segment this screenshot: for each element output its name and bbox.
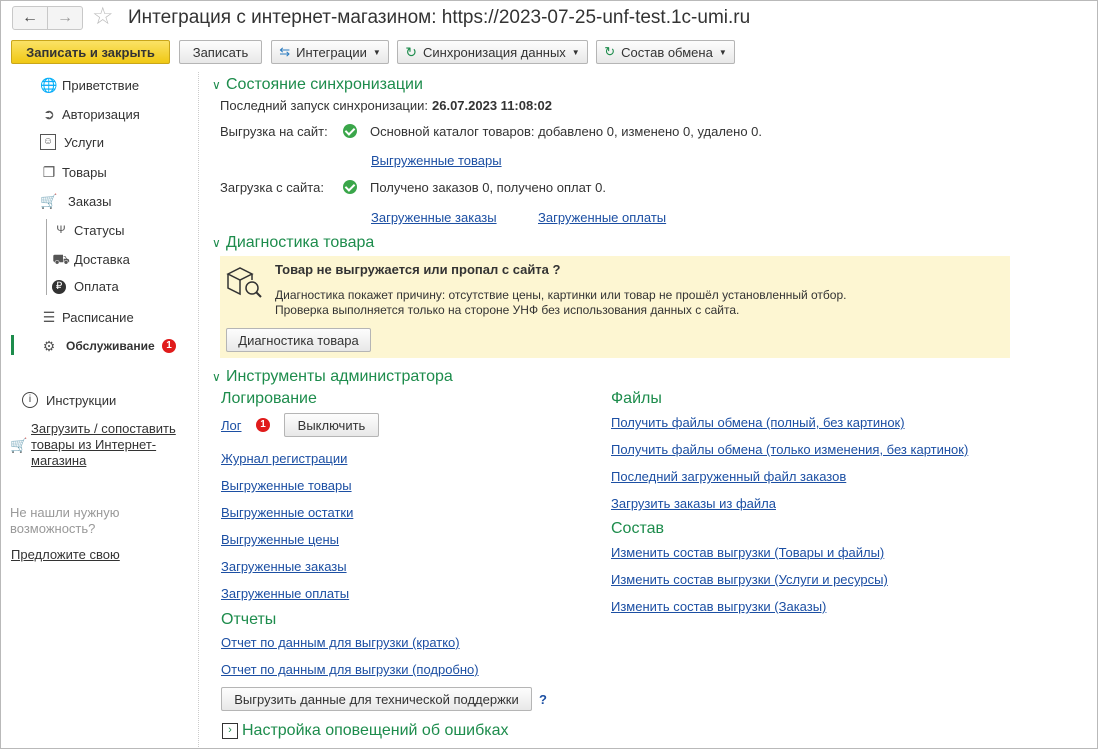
integrations-icon: ⇆ <box>279 44 291 59</box>
sync-section-header[interactable]: ∨ Состояние синхронизации <box>212 76 423 94</box>
sidebar-item-services[interactable]: ☺ Услуги <box>40 134 104 150</box>
login-icon: ➲ <box>43 106 55 122</box>
help-icon[interactable]: ? <box>539 692 547 707</box>
notifications-section-header[interactable]: › Настройка оповещений об ошибках <box>222 722 509 740</box>
admin-link-loaded-payments[interactable]: Загруженные оплаты <box>221 586 349 601</box>
composition-link-services[interactable]: Изменить состав выгрузки (Услуги и ресур… <box>611 572 888 587</box>
basket-download-icon: 🛒 <box>10 437 28 453</box>
file-link-full[interactable]: Получить файлы обмена (полный, без карти… <box>611 415 905 430</box>
diagnostics-text-2: Проверка выполняется только на стороне У… <box>275 303 740 317</box>
composition-title: Состав <box>611 520 664 537</box>
chevron-down-icon: ∨ <box>212 370 221 384</box>
admin-link-registration-log[interactable]: Журнал регистрации <box>221 451 347 466</box>
uploaded-goods-link[interactable]: Выгруженные товары <box>371 153 502 168</box>
gear-icon: ⚙ <box>42 338 56 354</box>
arrow-left-icon: ← <box>22 9 38 26</box>
sidebar-item-welcome[interactable]: 🌐 Приветствие <box>40 76 139 94</box>
load-match-goods-link[interactable]: Загрузить / сопоставить товары из Интерн… <box>31 421 181 469</box>
download-status: Получено заказов 0, получено оплат 0. <box>370 180 606 195</box>
box-icon: ❐ <box>42 164 56 180</box>
loaded-payments-link[interactable]: Загруженные оплаты <box>538 210 666 225</box>
basket-icon: 🛒 <box>40 193 58 209</box>
upload-label: Выгрузка на сайт: <box>220 124 328 139</box>
instructions-link[interactable]: i Инструкции <box>22 392 116 408</box>
file-link-load-orders[interactable]: Загрузить заказы из файла <box>611 496 776 511</box>
forward-button[interactable]: → <box>47 6 83 30</box>
active-item-marker <box>11 335 14 355</box>
sidebar-divider <box>198 72 199 747</box>
sidebar-item-delivery[interactable]: ⛟ Доставка <box>52 250 130 268</box>
integrations-menu-button[interactable]: ⇆ Интеграции ▼ <box>271 40 389 64</box>
admin-link-loaded-orders[interactable]: Загруженные заказы <box>221 559 347 574</box>
favorite-star-icon[interactable]: ☆ <box>92 2 114 31</box>
arrow-right-icon: → <box>57 9 73 26</box>
save-button[interactable]: Записать <box>179 40 262 64</box>
not-found-text: Не нашли нужную возможность? <box>10 505 120 536</box>
services-icon: ☺ <box>40 134 56 150</box>
composition-link-orders[interactable]: Изменить состав выгрузки (Заказы) <box>611 599 826 614</box>
sidebar-item-authorization[interactable]: ➲ Авторизация <box>40 105 140 123</box>
chevron-down-icon: ∨ <box>212 236 221 250</box>
files-title: Файлы <box>611 390 662 407</box>
success-check-icon <box>343 124 357 138</box>
status-icon: Ψ <box>56 224 66 236</box>
support-export-button[interactable]: Выгрузить данные для технической поддерж… <box>221 687 532 711</box>
sidebar-item-maintenance[interactable]: ⚙ Обслуживание <box>40 337 155 355</box>
last-run-label: Последний запуск синхронизации: <box>220 98 428 113</box>
file-link-changes[interactable]: Получить файлы обмена (только изменения,… <box>611 442 968 457</box>
log-alert-badge: 1 <box>256 418 270 432</box>
admin-section-header[interactable]: ∨ Инструменты администратора <box>212 368 453 386</box>
diagnostics-button[interactable]: Диагностика товара <box>226 328 371 352</box>
save-and-close-button[interactable]: Записать и закрыть <box>11 40 170 64</box>
sync-data-menu-button[interactable]: ↻ Синхронизация данных ▼ <box>397 40 588 64</box>
file-link-last-orders[interactable]: Последний загруженный файл заказов <box>611 469 846 484</box>
disable-logging-button[interactable]: Выключить <box>284 413 379 437</box>
upload-status: Основной каталог товаров: добавлено 0, и… <box>370 124 763 139</box>
loaded-orders-link[interactable]: Загруженные заказы <box>371 210 497 225</box>
chevron-right-icon: › <box>222 723 238 739</box>
box-search-icon <box>224 264 264 300</box>
tree-line <box>46 219 47 295</box>
composition-link-goods[interactable]: Изменить состав выгрузки (Товары и файлы… <box>611 545 884 560</box>
admin-link-uploaded-prices[interactable]: Выгруженные цены <box>221 532 339 547</box>
log-link[interactable]: Лог <box>221 418 242 433</box>
reports-title: Отчеты <box>221 611 277 628</box>
sidebar-item-schedule[interactable]: ☰ Расписание <box>40 308 134 326</box>
chevron-down-icon: ∨ <box>212 78 221 92</box>
sidebar-item-statuses[interactable]: Ψ Статусы <box>52 221 124 239</box>
diagnostics-section-header[interactable]: ∨ Диагностика товара <box>212 234 374 252</box>
ruble-icon: ₽ <box>52 279 66 294</box>
logging-title: Логирование <box>221 390 317 407</box>
dropdown-arrow-icon: ▼ <box>372 47 381 57</box>
diagnostics-question: Товар не выгружается или пропал с сайта … <box>275 262 561 277</box>
report-link-detailed[interactable]: Отчет по данным для выгрузки (подробно) <box>221 662 479 677</box>
diagnostics-text-1: Диагностика покажет причину: отсутствие … <box>275 288 847 302</box>
schedule-icon: ☰ <box>42 309 56 325</box>
dropdown-arrow-icon: ▼ <box>571 47 580 57</box>
truck-icon: ⛟ <box>52 251 70 267</box>
refresh-icon: ↻ <box>405 43 417 60</box>
success-check-icon <box>343 180 357 194</box>
sidebar-item-payment[interactable]: ₽ Оплата <box>52 279 119 294</box>
admin-link-uploaded-stock[interactable]: Выгруженные остатки <box>221 505 353 520</box>
back-button[interactable]: ← <box>12 6 48 30</box>
globe-icon: 🌐 <box>40 77 58 93</box>
suggest-link[interactable]: Предложите свою <box>11 547 120 562</box>
sidebar-item-orders[interactable]: 🛒 Заказы <box>40 192 111 210</box>
search-refresh-icon: ↻ <box>604 44 616 59</box>
exchange-content-menu-button[interactable]: ↻ Состав обмена ▼ <box>596 40 735 64</box>
last-run-value: 26.07.2023 11:08:02 <box>432 98 552 113</box>
dropdown-arrow-icon: ▼ <box>718 47 727 57</box>
download-label: Загрузка с сайта: <box>220 180 324 195</box>
info-icon: i <box>22 392 38 408</box>
window-title: Интеграция с интернет-магазином: https:/… <box>128 7 751 28</box>
admin-link-uploaded-goods[interactable]: Выгруженные товары <box>221 478 352 493</box>
sidebar-item-goods[interactable]: ❐ Товары <box>40 163 107 181</box>
maintenance-alert-badge: 1 <box>162 339 176 353</box>
report-link-brief[interactable]: Отчет по данным для выгрузки (кратко) <box>221 635 460 650</box>
